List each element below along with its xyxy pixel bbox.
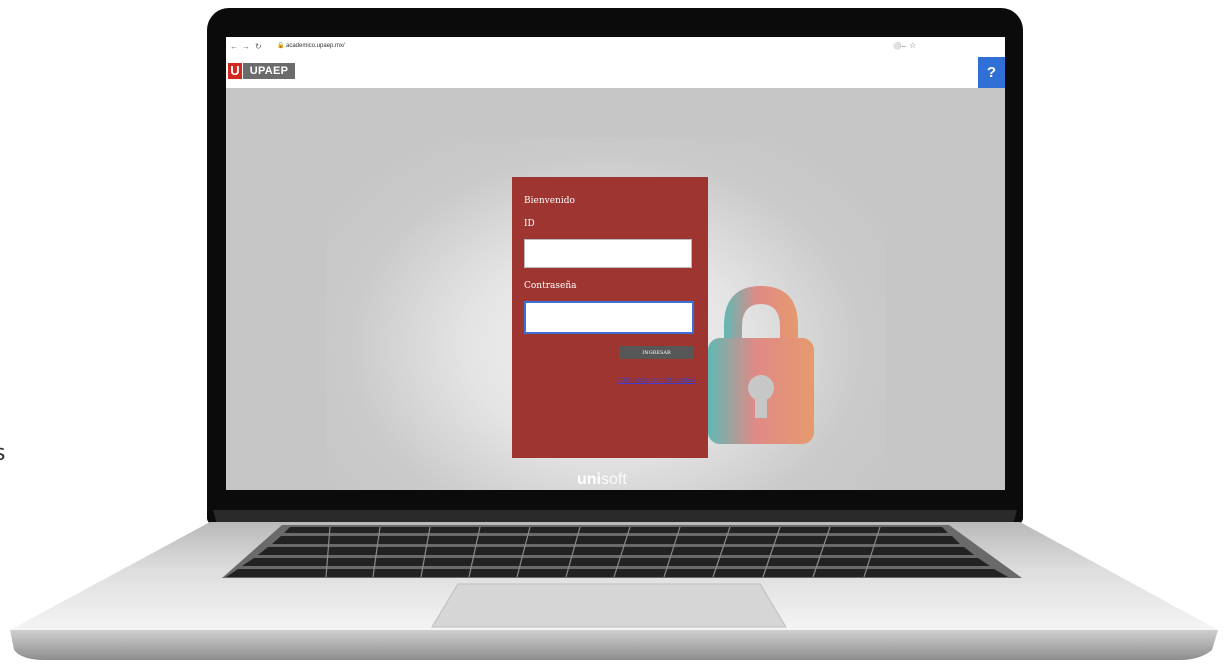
brand-light-part: soft: [601, 471, 627, 488]
reload-icon[interactable]: ↻: [255, 42, 262, 51]
id-field[interactable]: [524, 239, 692, 268]
password-field[interactable]: [524, 301, 694, 334]
welcome-heading: Bienvenido: [524, 196, 575, 206]
site-header: U UPAEP ?: [226, 57, 1005, 88]
browser-toolbar: ← → ↻ 🔒 academico.upaep.mx/ ⚪– ☆: [226, 37, 1005, 58]
unisoft-logo: unisoft: [577, 470, 657, 490]
submit-button[interactable]: INGRESAR: [619, 346, 694, 359]
star-icon[interactable]: ☆: [909, 41, 916, 50]
login-card: Bienvenido ID Contraseña INGRESAR ¿Olvid…: [512, 177, 708, 458]
password-label: Contraseña: [524, 281, 577, 291]
back-arrow-icon[interactable]: ←: [230, 42, 238, 51]
padlock-icon: [708, 286, 814, 444]
forward-arrow-icon[interactable]: →: [242, 42, 250, 51]
logo-mark[interactable]: U: [228, 63, 242, 79]
key-icon[interactable]: ⚪–: [893, 42, 906, 50]
address-bar[interactable]: academico.upaep.mx/: [286, 43, 345, 49]
lock-icon: 🔒: [277, 43, 285, 49]
brand-bold-part: uni: [577, 471, 601, 488]
help-button[interactable]: ?: [978, 57, 1005, 88]
forgot-password-link[interactable]: ¿Olvidaste tu contraseña?: [617, 377, 696, 384]
screen: ← → ↻ 🔒 academico.upaep.mx/ ⚪– ☆ U UPAEP…: [226, 37, 1005, 490]
id-label: ID: [524, 219, 535, 229]
logo-wordmark[interactable]: UPAEP: [243, 63, 295, 79]
